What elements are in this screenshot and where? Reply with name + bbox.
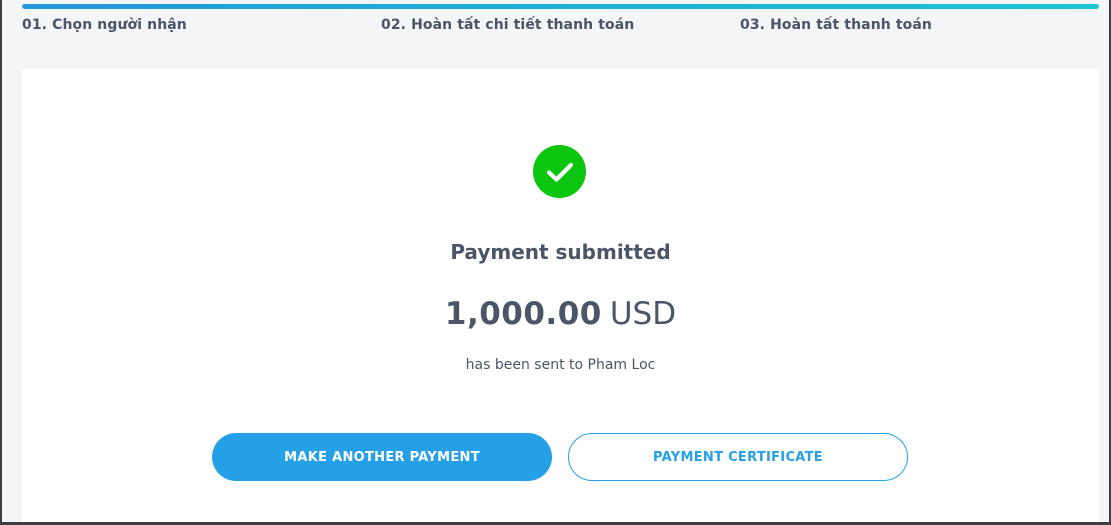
payment-certificate-button[interactable]: PAYMENT CERTIFICATE — [568, 433, 908, 481]
step-progress-fill — [22, 4, 1099, 9]
amount-value: 1,000.00 — [444, 296, 602, 332]
recipient-message: has been sent to Pham Loc — [465, 357, 656, 373]
payment-result-card: Payment submitted 1,000.00 USD has been s… — [22, 69, 1099, 522]
step-choose-recipient: 01. Chọn người nhận — [22, 17, 187, 33]
result-title: Payment submitted — [450, 240, 671, 264]
make-another-payment-button[interactable]: MAKE ANOTHER PAYMENT — [212, 433, 552, 481]
window-border-left — [0, 0, 2, 525]
checkmark-icon — [546, 162, 573, 182]
amount-currency: USD — [609, 296, 677, 332]
step-payment-details: 02. Hoàn tất chi tiết thanh toán — [381, 17, 635, 33]
step-payment-complete: 03. Hoàn tất thanh toán — [740, 17, 932, 33]
step-indicator: 01. Chọn người nhận 02. Hoàn tất chi tiế… — [22, 17, 1099, 41]
step-progress-bar — [22, 4, 1099, 9]
checkmark-circle-icon — [533, 145, 586, 198]
payment-amount: 1,000.00 USD — [22, 296, 1099, 332]
